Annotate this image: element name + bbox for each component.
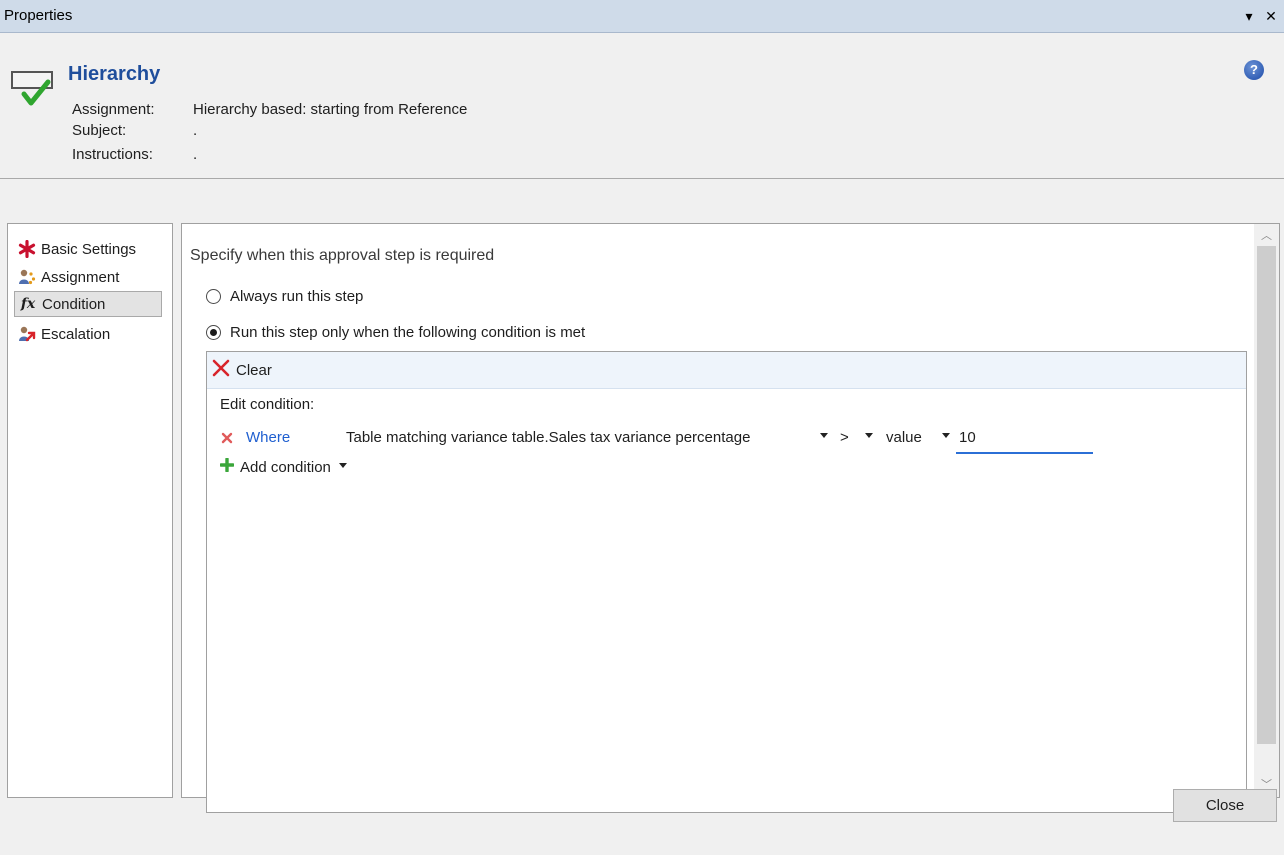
clear-x-icon (212, 359, 230, 381)
condition-operator[interactable]: > (840, 429, 849, 446)
condition-row: Where Table matching variance table.Sale… (220, 423, 1100, 454)
sidebar-item-label: Escalation (41, 325, 111, 343)
title-bar: Properties ▾ ✕ (0, 0, 1284, 33)
sidebar-item-condition[interactable]: fx Condition (14, 291, 162, 317)
page-title: Hierarchy (68, 63, 161, 85)
chevron-down-icon (338, 462, 347, 468)
assignment-label: Assignment: (72, 101, 155, 118)
sidebar-item-label: Basic Settings (41, 240, 137, 258)
function-icon: fx (20, 296, 36, 312)
subject-label: Subject: (72, 122, 127, 139)
header-divider (0, 178, 1284, 179)
conditional-run-radio[interactable] (206, 325, 221, 340)
value-type-dropdown-icon[interactable] (942, 433, 950, 438)
condition-heading: Specify when this approval step is requi… (190, 247, 495, 264)
where-link[interactable]: Where (246, 429, 290, 446)
conditional-run-option[interactable]: Run this step only when the following co… (206, 324, 585, 341)
close-icon[interactable]: ✕ (1261, 5, 1281, 27)
assignment-value: Hierarchy based: starting from Reference (193, 101, 468, 118)
condition-field[interactable]: Table matching variance table.Sales tax … (346, 429, 750, 446)
edit-condition-label: Edit condition: (220, 396, 315, 413)
condition-value-input[interactable] (956, 423, 1093, 454)
close-button[interactable]: Close (1173, 789, 1277, 822)
add-condition-label: Add condition (240, 458, 331, 476)
condition-panel: Specify when this approval step is requi… (181, 223, 1280, 813)
condition-editor: Clear Edit condition: Where Table matchi… (206, 351, 1247, 813)
field-dropdown-icon[interactable] (820, 433, 828, 438)
dropdown-icon[interactable]: ▾ (1239, 5, 1259, 27)
conditional-run-label: Run this step only when the following co… (230, 324, 586, 341)
instructions-value: . (193, 146, 198, 163)
help-icon[interactable]: ? (1244, 60, 1264, 80)
sidebar-item-label: Assignment (41, 268, 120, 286)
escalation-icon (18, 325, 36, 343)
clear-label: Clear (236, 361, 272, 379)
sidebar-item-basic-settings[interactable]: Basic Settings (14, 236, 162, 262)
always-run-label: Always run this step (230, 288, 364, 305)
instructions-label: Instructions: (72, 146, 153, 163)
add-condition-button[interactable]: Add condition (219, 457, 347, 476)
users-icon (18, 268, 36, 286)
scroll-thumb[interactable] (1257, 246, 1276, 744)
always-run-option[interactable]: Always run this step (206, 288, 363, 305)
clear-button[interactable]: Clear (207, 352, 1246, 389)
sidebar-item-label: Condition (42, 295, 106, 313)
sidebar-item-assignment[interactable]: Assignment (14, 264, 162, 290)
vertical-scrollbar[interactable]: ︿ ﹀ (1254, 224, 1279, 797)
plus-icon (219, 457, 235, 476)
workflow-step-icon (11, 71, 53, 106)
asterisk-icon (18, 240, 36, 258)
sidebar-nav: Basic Settings Assignment fx Condition E… (7, 223, 173, 798)
window-title: Properties (4, 7, 73, 24)
value-type[interactable]: value (886, 429, 922, 446)
scroll-up-icon[interactable]: ︿ (1254, 226, 1279, 246)
operator-dropdown-icon[interactable] (865, 433, 873, 438)
delete-condition-icon[interactable] (220, 431, 234, 449)
always-run-radio[interactable] (206, 289, 221, 304)
sidebar-item-escalation[interactable]: Escalation (14, 321, 162, 347)
subject-value: . (193, 122, 198, 139)
